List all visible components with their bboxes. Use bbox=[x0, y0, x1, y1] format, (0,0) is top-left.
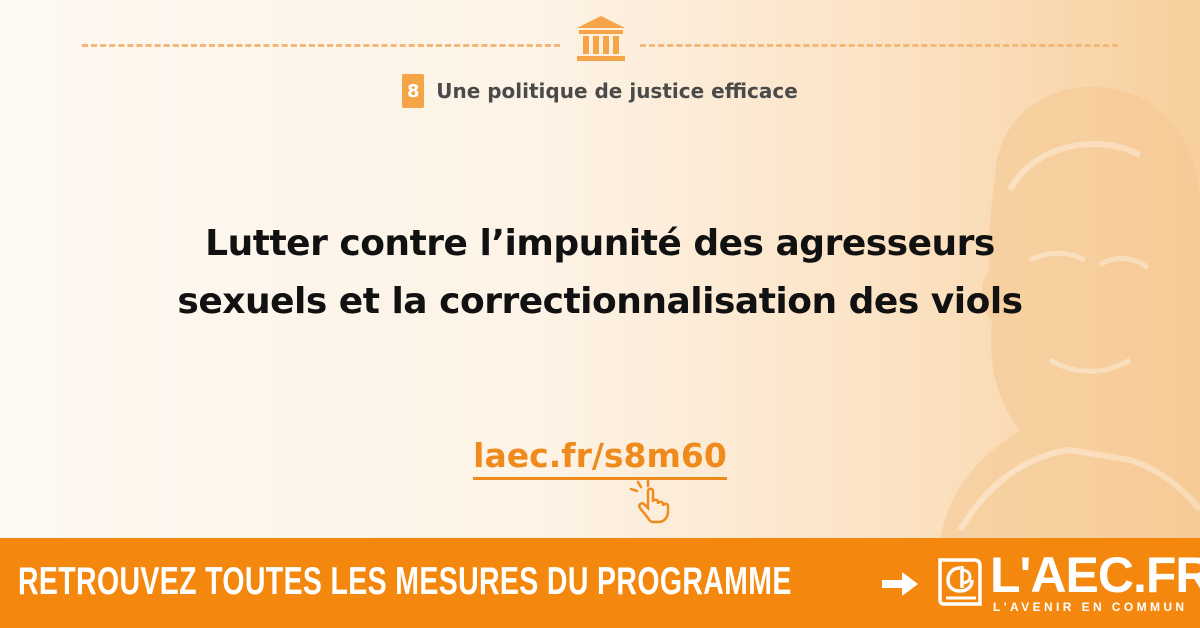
topic-number-badge: 8 bbox=[402, 74, 425, 108]
footer-cta-text: RETROUVEZ TOUTES LES MESURES DU PROGRAMM… bbox=[18, 560, 792, 603]
top-divider-right bbox=[640, 44, 1118, 47]
laec-logo-icon bbox=[938, 558, 982, 606]
brand-name: L'AEC.FR bbox=[990, 547, 1200, 603]
top-divider-left bbox=[82, 44, 560, 47]
topic-label: Une politique de justice efficace bbox=[436, 79, 798, 103]
bank-icon bbox=[577, 16, 625, 61]
headline: Lutter contre l’impunité des agresseurs … bbox=[60, 215, 1140, 331]
link-container: laec.fr/s8m60 bbox=[0, 436, 1200, 480]
brand-tagline: L'AVENIR EN COMMUN bbox=[993, 600, 1188, 614]
headline-line-2: sexuels et la correctionnalisation des v… bbox=[177, 281, 1023, 322]
topic-header: 8 Une politique de justice efficace bbox=[0, 74, 1200, 108]
program-link[interactable]: laec.fr/s8m60 bbox=[473, 436, 727, 480]
hand-pointer-icon bbox=[629, 478, 670, 524]
arrow-right-icon bbox=[882, 572, 918, 596]
headline-line-1: Lutter contre l’impunité des agresseurs bbox=[205, 223, 995, 264]
footer-banner[interactable]: RETROUVEZ TOUTES LES MESURES DU PROGRAMM… bbox=[0, 538, 1200, 628]
